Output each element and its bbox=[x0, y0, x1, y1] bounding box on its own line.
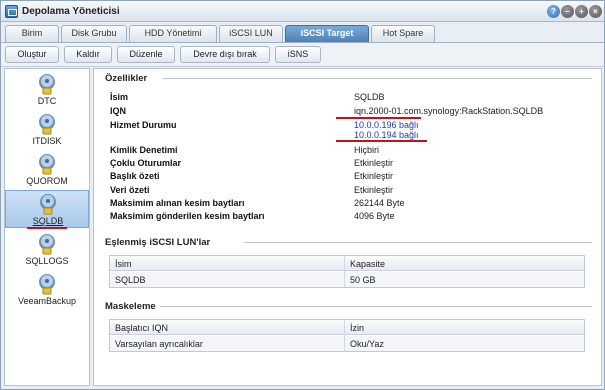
target-item-label: VeeamBackup bbox=[17, 296, 77, 306]
prop-value-multi-session: Etkinleştir bbox=[354, 158, 394, 168]
prop-value-authentication: Hiçbiri bbox=[354, 145, 380, 155]
target-item-veeambackup[interactable]: VeeamBackup bbox=[5, 271, 89, 309]
target-item-label: ITDISK bbox=[32, 136, 62, 146]
prop-label-iqn: IQN bbox=[110, 106, 127, 116]
close-icon[interactable]: × bbox=[589, 5, 602, 18]
tab-volume[interactable]: Birim bbox=[5, 25, 59, 42]
target-item-label: DTC bbox=[37, 96, 57, 106]
table-row[interactable]: SQLDB 50 GB bbox=[110, 272, 584, 287]
annotation-underline bbox=[27, 227, 67, 229]
mapped-luns-table: İsim Kapasite SQLDB 50 GB bbox=[109, 255, 585, 288]
edit-button[interactable]: Düzenle bbox=[117, 46, 175, 63]
prop-label-authentication: Kimlik Denetimi bbox=[110, 145, 178, 155]
details-panel: Özellikler İsim SQLDB IQN iqn.2000-01.co… bbox=[93, 68, 602, 386]
column-separator bbox=[344, 320, 345, 351]
target-item-dtc[interactable]: DTC bbox=[5, 71, 89, 109]
prop-value-iqn: iqn.2000-01.com.synology:RackStation.SQL… bbox=[354, 106, 544, 116]
cell-permission: Oku/Yaz bbox=[350, 339, 384, 349]
target-item-sqllogs[interactable]: SQLLOGS bbox=[5, 231, 89, 269]
toolbar: Oluştur Kaldır Düzenle Devre dışı bırak … bbox=[1, 43, 604, 67]
cell-lun-capacity: 50 GB bbox=[350, 275, 376, 285]
cell-lun-name: SQLDB bbox=[115, 275, 146, 285]
tab-hot-spare[interactable]: Hot Spare bbox=[371, 25, 435, 42]
title-bar: Depolama Yöneticisi ? – + × bbox=[1, 1, 604, 22]
properties-section-title: Özellikler bbox=[105, 73, 148, 84]
tab-hdd-management[interactable]: HDD Yönetimi bbox=[129, 25, 217, 42]
storage-manager-icon bbox=[5, 5, 18, 18]
annotation-underline bbox=[336, 117, 421, 119]
table-row[interactable]: Varsayılan ayrıcalıklar Oku/Yaz bbox=[110, 336, 584, 351]
column-header-capacity[interactable]: Kapasite bbox=[350, 259, 385, 269]
prop-label-data-digest: Veri özeti bbox=[110, 185, 150, 195]
storage-manager-window: Depolama Yöneticisi ? – + × Birim Disk G… bbox=[0, 0, 605, 390]
column-header-name[interactable]: İsim bbox=[115, 259, 132, 269]
remove-button[interactable]: Kaldır bbox=[64, 46, 112, 63]
column-separator bbox=[344, 256, 345, 287]
target-item-label: SQLDB bbox=[32, 216, 64, 226]
section-divider bbox=[160, 306, 592, 307]
help-icon[interactable]: ? bbox=[547, 5, 560, 18]
target-item-itdisk[interactable]: ITDISK bbox=[5, 111, 89, 149]
masking-table: Başlatıcı IQN İzin Varsayılan ayrıcalıkl… bbox=[109, 319, 585, 352]
prop-value-connection-1[interactable]: 10.0.0.196 bağlı bbox=[354, 120, 419, 130]
create-button[interactable]: Oluştur bbox=[5, 46, 59, 63]
tab-disk-group[interactable]: Disk Grubu bbox=[61, 25, 127, 42]
mapped-luns-section-title: Eşlenmiş iSCSI LUN'lar bbox=[105, 237, 211, 248]
disk-icon bbox=[40, 194, 56, 215]
prop-label-header-digest: Başlık özeti bbox=[110, 171, 160, 181]
target-list: DTC ITDISK QUOROM SQLDB SQLLOGS VeeamBac… bbox=[4, 68, 90, 386]
table-header: Başlatıcı IQN İzin bbox=[110, 320, 584, 335]
prop-value-header-digest: Etkinleştir bbox=[354, 171, 394, 181]
minimize-icon[interactable]: – bbox=[561, 5, 574, 18]
disk-icon bbox=[39, 154, 55, 175]
disk-icon bbox=[39, 234, 55, 255]
column-header-permission[interactable]: İzin bbox=[350, 323, 364, 333]
target-item-sqldb[interactable]: SQLDB bbox=[5, 190, 89, 228]
prop-value-max-send-segment: 4096 Byte bbox=[354, 211, 395, 221]
prop-label-multi-session: Çoklu Oturumlar bbox=[110, 158, 182, 168]
disk-icon bbox=[39, 74, 55, 95]
tab-iscsi-lun[interactable]: iSCSI LUN bbox=[219, 25, 283, 42]
section-divider bbox=[162, 78, 592, 79]
disk-icon bbox=[39, 114, 55, 135]
masking-section-title: Maskeleme bbox=[105, 301, 156, 312]
window-title: Depolama Yöneticisi bbox=[22, 6, 120, 17]
target-item-label: SQLLOGS bbox=[25, 256, 69, 266]
prop-value-max-recv-segment: 262144 Byte bbox=[354, 198, 405, 208]
disable-button[interactable]: Devre dışı bırak bbox=[180, 46, 270, 63]
table-header: İsim Kapasite bbox=[110, 256, 584, 271]
isns-button[interactable]: iSNS bbox=[275, 46, 321, 63]
maximize-icon[interactable]: + bbox=[575, 5, 588, 18]
tab-iscsi-target[interactable]: iSCSI Target bbox=[285, 25, 369, 43]
target-item-label: QUOROM bbox=[26, 176, 68, 186]
prop-label-service-status: Hizmet Durumu bbox=[110, 120, 177, 130]
disk-icon bbox=[39, 274, 55, 295]
prop-label-max-recv-segment: Maksimim alınan kesim baytları bbox=[110, 198, 245, 208]
target-item-quorom[interactable]: QUOROM bbox=[5, 151, 89, 189]
prop-value-name: SQLDB bbox=[354, 92, 385, 102]
prop-value-data-digest: Etkinleştir bbox=[354, 185, 394, 195]
prop-label-max-send-segment: Maksimim gönderilen kesim baytları bbox=[110, 211, 265, 221]
column-header-initiator-iqn[interactable]: Başlatıcı IQN bbox=[115, 323, 168, 333]
prop-value-connection-2[interactable]: 10.0.0.194 bağlı bbox=[354, 130, 419, 140]
section-divider bbox=[244, 242, 592, 243]
prop-label-name: İsim bbox=[110, 92, 129, 102]
cell-initiator: Varsayılan ayrıcalıklar bbox=[115, 339, 203, 349]
annotation-underline bbox=[336, 140, 427, 142]
